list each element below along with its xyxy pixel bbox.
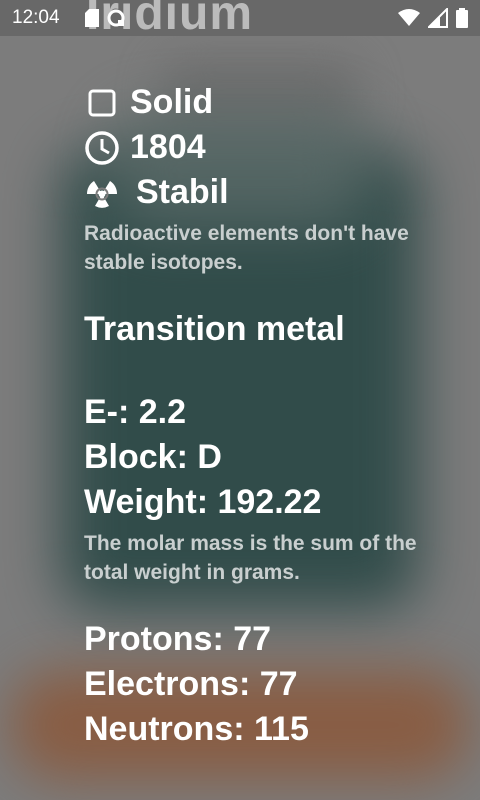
stability-note: Radioactive elements don't have stable i…: [84, 222, 409, 274]
element-title: Iridium: [86, 0, 254, 40]
electronegativity: E-: 2.2: [84, 393, 187, 431]
signal-icon: [426, 6, 448, 33]
battery-icon: [456, 8, 468, 33]
chemical-properties: E-: 2.2 Block: D Weight: 192.22 The mola…: [84, 390, 464, 587]
atomic-weight: Weight: 192.22: [84, 483, 322, 521]
status-system-icons: [398, 6, 468, 33]
protons: Protons: 77: [84, 620, 272, 658]
weight-note: The molar mass is the sum of the total w…: [84, 532, 417, 584]
stability-value: Stabil: [136, 173, 229, 211]
particle-counts: Protons: 77 Electrons: 77 Neutrons: 115: [84, 617, 464, 752]
discovery-row: 1804: [84, 125, 464, 170]
status-time: 12:04: [12, 7, 60, 28]
state-row: Solid: [84, 80, 464, 125]
radioactive-icon: [84, 175, 120, 211]
square-outline-icon: [84, 85, 120, 121]
clock-icon: [84, 130, 120, 166]
block: Block: D: [84, 438, 222, 476]
element-properties: Solid 1804 Stabil Radioactive elements d…: [84, 80, 464, 752]
stability-row: Stabil: [84, 170, 464, 215]
element-detail-screen: 12:04 Iridium Solid 1804 Stabil Radioact…: [0, 0, 480, 800]
neutrons: Neutrons: 115: [84, 710, 309, 748]
wifi-icon: [398, 9, 420, 32]
element-category: Transition metal: [84, 310, 345, 348]
state-value: Solid: [130, 83, 214, 121]
discovery-year: 1804: [130, 128, 206, 166]
electrons: Electrons: 77: [84, 665, 298, 703]
